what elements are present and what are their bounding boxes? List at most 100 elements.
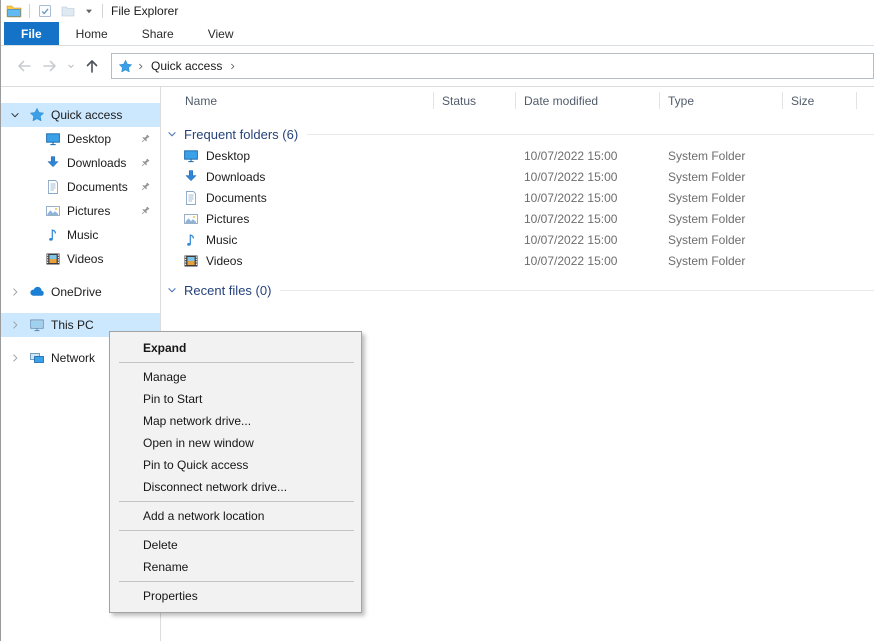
ribbon-tabs: FileHomeShareView (1, 22, 874, 46)
context-menu: Expand ManagePin to StartMap network driv… (109, 331, 362, 613)
breadcrumb-item-quick-access[interactable]: Quick access (148, 59, 225, 73)
downloads-icon (45, 155, 61, 171)
sidebar-item-desktop[interactable]: Desktop (1, 127, 160, 151)
cell-date-modified: 10/07/2022 15:00 (516, 212, 660, 226)
column-header-type[interactable]: Type (660, 87, 783, 115)
quick-access-toolbar (6, 3, 103, 19)
sidebar-item-documents[interactable]: Documents (1, 175, 160, 199)
up-button[interactable] (79, 53, 105, 79)
menu-item-open-in-new-window[interactable]: Open in new window (110, 432, 361, 454)
menu-separator (119, 581, 354, 582)
chevron-right-icon[interactable] (9, 352, 21, 364)
group-label: Frequent folders (6) (184, 127, 298, 142)
cell-date-modified: 10/07/2022 15:00 (516, 149, 660, 163)
sidebar-item-downloads[interactable]: Downloads (1, 151, 160, 175)
file-list-content: Frequent folders (6) Desktop 10/07/2022 15… (161, 123, 874, 301)
tab-share[interactable]: Share (125, 22, 191, 45)
desktop-icon (45, 131, 61, 147)
videos-icon (45, 251, 61, 267)
column-header-name[interactable]: Name (161, 87, 434, 115)
cell-name: Documents (161, 190, 434, 206)
documents-icon (183, 190, 199, 206)
customize-qat-button[interactable] (83, 5, 95, 17)
group-chevron-icon[interactable] (166, 128, 178, 140)
column-resize-handle[interactable] (856, 92, 857, 109)
menu-item-expand[interactable]: Expand (110, 337, 361, 359)
this-pc-icon (29, 317, 45, 333)
file-name: Pictures (206, 212, 249, 226)
menu-item-map-network-drive[interactable]: Map network drive... (110, 410, 361, 432)
new-folder-icon (60, 3, 76, 19)
chevron-down-icon[interactable] (9, 109, 21, 121)
sidebar-item-label: This PC (51, 318, 94, 332)
up-arrow-icon (84, 58, 100, 74)
sidebar-item-quick-access[interactable]: Quick access (1, 103, 160, 127)
dropdown-arrow-icon (83, 5, 95, 17)
address-bar[interactable]: Quick access (111, 53, 874, 79)
file-row-videos[interactable]: Videos10/07/2022 15:00System Folder (161, 250, 874, 271)
file-row-downloads[interactable]: Downloads10/07/2022 15:00System Folder (161, 166, 874, 187)
menu-item-delete[interactable]: Delete (110, 534, 361, 556)
pictures-icon (45, 203, 61, 219)
new-folder-button[interactable] (60, 3, 76, 19)
breadcrumb-chevron-icon[interactable] (228, 62, 237, 71)
chevron-right-icon[interactable] (9, 319, 21, 331)
sidebar-item-label: OneDrive (51, 285, 102, 299)
file-explorer-window: File Explorer FileHomeShareView Quick ac… (0, 0, 874, 641)
column-header-size[interactable]: Size (783, 87, 857, 115)
properties-button[interactable] (37, 3, 53, 19)
file-name: Videos (206, 254, 242, 268)
file-row-pictures[interactable]: Pictures10/07/2022 15:00System Folder (161, 208, 874, 229)
pictures-icon (183, 211, 199, 227)
column-header-label: Type (668, 94, 694, 108)
chevron-right-icon[interactable] (9, 286, 21, 298)
forward-button[interactable] (37, 53, 63, 79)
cell-name: Music (161, 232, 434, 248)
menu-item-rename[interactable]: Rename (110, 556, 361, 578)
breadcrumb-chevron-icon[interactable] (136, 62, 145, 71)
sidebar-item-label: Quick access (51, 108, 122, 122)
cell-name: Desktop (161, 148, 434, 164)
cell-type: System Folder (660, 170, 783, 184)
sidebar-item-label: Videos (67, 252, 103, 266)
menu-item-manage[interactable]: Manage (110, 366, 361, 388)
recent-locations-button[interactable] (63, 53, 79, 79)
column-header-label: Date modified (524, 94, 598, 108)
cell-type: System Folder (660, 254, 783, 268)
sidebar-item-videos[interactable]: Videos (1, 247, 160, 271)
quick-access-star-icon (118, 59, 133, 74)
sidebar-item-pictures[interactable]: Pictures (1, 199, 160, 223)
pin-icon (139, 133, 151, 145)
sidebar-item-music[interactable]: Music (1, 223, 160, 247)
menu-item-pin-to-start[interactable]: Pin to Start (110, 388, 361, 410)
titlebar-separator (102, 4, 103, 18)
file-row-desktop[interactable]: Desktop10/07/2022 15:00System Folder (161, 145, 874, 166)
menu-item-add-a-network-location[interactable]: Add a network location (110, 505, 361, 527)
menu-item-properties[interactable]: Properties (110, 585, 361, 607)
sidebar-item-onedrive[interactable]: OneDrive (1, 280, 160, 304)
file-row-documents[interactable]: Documents10/07/2022 15:00System Folder (161, 187, 874, 208)
menu-item-pin-to-quick-access[interactable]: Pin to Quick access (110, 454, 361, 476)
navigation-bar: Quick access (1, 46, 874, 87)
titlebar: File Explorer (1, 0, 874, 22)
group-header-frequent-folders-6[interactable]: Frequent folders (6) (161, 123, 874, 145)
file-name: Downloads (206, 170, 265, 184)
tab-view[interactable]: View (191, 22, 251, 45)
column-header-date-modified[interactable]: Date modified (516, 87, 660, 115)
column-header-status[interactable]: Status (434, 87, 516, 115)
cell-name: Downloads (161, 169, 434, 185)
file-row-music[interactable]: Music10/07/2022 15:00System Folder (161, 229, 874, 250)
desktop-icon (183, 148, 199, 164)
back-button[interactable] (11, 53, 37, 79)
group-header-recent-files-0[interactable]: Recent files (0) (161, 279, 874, 301)
tab-file[interactable]: File (4, 22, 59, 45)
pin-icon (139, 157, 151, 169)
app-logo (6, 3, 22, 19)
menu-item-disconnect-network-drive[interactable]: Disconnect network drive... (110, 476, 361, 498)
group-chevron-icon[interactable] (166, 284, 178, 296)
sidebar-item-label: Desktop (67, 132, 111, 146)
cell-date-modified: 10/07/2022 15:00 (516, 191, 660, 205)
menu-separator (119, 362, 354, 363)
file-name: Documents (206, 191, 267, 205)
tab-home[interactable]: Home (59, 22, 125, 45)
